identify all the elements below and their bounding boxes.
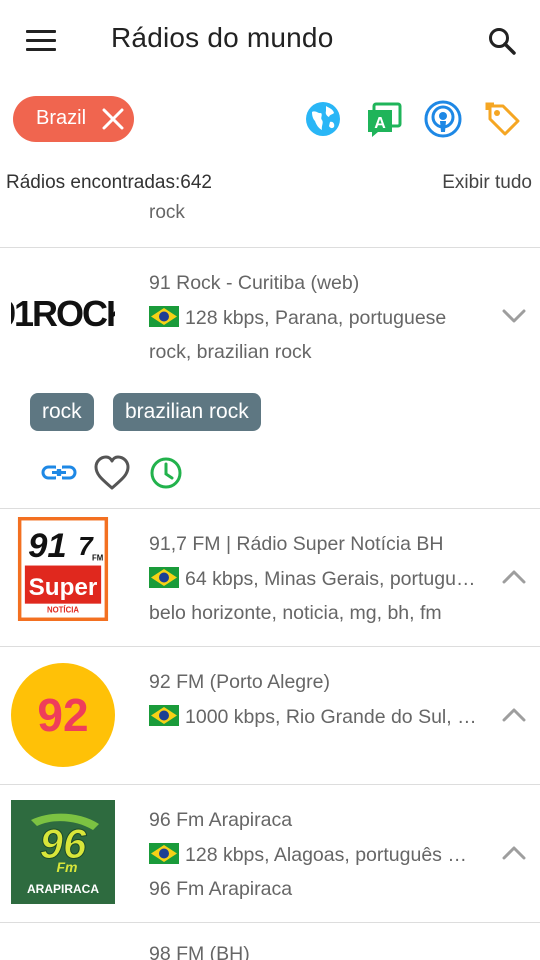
heart-icon[interactable] bbox=[93, 454, 131, 492]
station-info-text: 64 kbps, Minas Gerais, portugu… bbox=[185, 568, 476, 590]
station-name: 91 Rock - Curitiba (web) bbox=[149, 272, 360, 294]
station-row[interactable]: 91 7 FM Super NOTÍCIA 91,7 FM | Rádio Su… bbox=[0, 509, 540, 646]
brazil-flag-icon bbox=[149, 843, 179, 864]
tag-chip-brazilian-rock[interactable]: brazilian rock bbox=[113, 393, 261, 431]
station-info: 128 kbps, Parana, portuguese bbox=[149, 306, 489, 330]
station-name: 98 FM (BH) bbox=[149, 943, 250, 960]
station-logo-text: 91ROCK bbox=[11, 293, 115, 334]
station-row[interactable]: 91ROCK 91 Rock - Curitiba (web) 128 kbps… bbox=[0, 248, 540, 508]
station-logo: 96 Fm ARAPIRACA bbox=[11, 800, 115, 904]
station-name: 92 FM (Porto Alegre) bbox=[149, 671, 330, 693]
globe-icon[interactable] bbox=[304, 100, 342, 138]
tag-chip-rock[interactable]: rock bbox=[30, 393, 94, 431]
station-logo-text: ARAPIRACA bbox=[27, 882, 99, 896]
podcast-icon[interactable] bbox=[424, 100, 462, 138]
brazil-flag-icon bbox=[149, 567, 179, 588]
station-logo-text: Super bbox=[29, 574, 98, 601]
chevron-up-icon[interactable] bbox=[499, 838, 529, 868]
station-info-text: 128 kbps, Alagoas, português … bbox=[185, 844, 467, 866]
chevron-up-icon[interactable] bbox=[499, 562, 529, 592]
history-icon[interactable] bbox=[147, 454, 185, 492]
language-icon[interactable]: A bbox=[365, 100, 403, 138]
search-icon[interactable] bbox=[484, 24, 524, 60]
station-tags: rock, brazilian rock bbox=[149, 341, 312, 363]
close-icon[interactable] bbox=[99, 105, 127, 133]
station-logo-text: Fm bbox=[57, 859, 78, 875]
station-row[interactable]: 92 92 FM (Porto Alegre) 1000 kbps, Rio G… bbox=[0, 647, 540, 784]
station-row[interactable]: 96 Fm ARAPIRACA 96 Fm Arapiraca 128 kbps… bbox=[0, 785, 540, 922]
station-name: 91,7 FM | Rádio Super Notícia BH bbox=[149, 533, 444, 555]
station-info: 64 kbps, Minas Gerais, portugu… bbox=[149, 567, 489, 591]
chevron-down-icon[interactable] bbox=[499, 301, 529, 331]
country-filter-chip[interactable]: Brazil bbox=[13, 96, 134, 142]
country-filter-label: Brazil bbox=[36, 107, 87, 129]
station-tags: rock bbox=[149, 202, 185, 223]
brazil-flag-icon bbox=[149, 705, 179, 726]
results-count: Rádios encontradas:642 bbox=[6, 172, 212, 193]
brazil-flag-icon bbox=[149, 306, 179, 327]
station-tags: 96 Fm Arapiraca bbox=[149, 878, 293, 900]
show-all-link[interactable]: Exibir tudo bbox=[442, 172, 532, 194]
svg-text:A: A bbox=[374, 115, 386, 132]
station-info-text: 1000 kbps, Rio Grande do Sul, … bbox=[185, 706, 477, 728]
station-logo: 92 bbox=[11, 663, 115, 767]
chevron-up-icon[interactable] bbox=[499, 700, 529, 730]
station-row[interactable]: 98 FM (BH) bbox=[0, 923, 540, 960]
station-info: 1000 kbps, Rio Grande do Sul, … bbox=[149, 705, 489, 729]
station-logo-text: FM bbox=[92, 553, 103, 562]
station-logo-text: NOTÍCIA bbox=[47, 605, 79, 614]
page-title: Rádios do mundo bbox=[111, 22, 334, 53]
app-bar: Rádios do mundo bbox=[0, 0, 540, 84]
station-logo-text: 92 bbox=[37, 689, 88, 741]
station-info-text: 128 kbps, Parana, portuguese bbox=[185, 307, 447, 329]
station-name: 96 Fm Arapiraca bbox=[149, 809, 293, 831]
station-logo: 91 7 FM Super NOTÍCIA bbox=[17, 517, 109, 621]
station-logo: 91ROCK bbox=[11, 260, 115, 364]
link-icon[interactable] bbox=[40, 454, 78, 492]
station-tags: belo horizonte, noticia, mg, bh, fm bbox=[149, 602, 442, 624]
tag-icon[interactable] bbox=[484, 100, 522, 138]
station-info: 128 kbps, Alagoas, português … bbox=[149, 843, 489, 867]
station-logo-text: 91 bbox=[28, 527, 67, 565]
menu-icon[interactable] bbox=[22, 24, 62, 60]
